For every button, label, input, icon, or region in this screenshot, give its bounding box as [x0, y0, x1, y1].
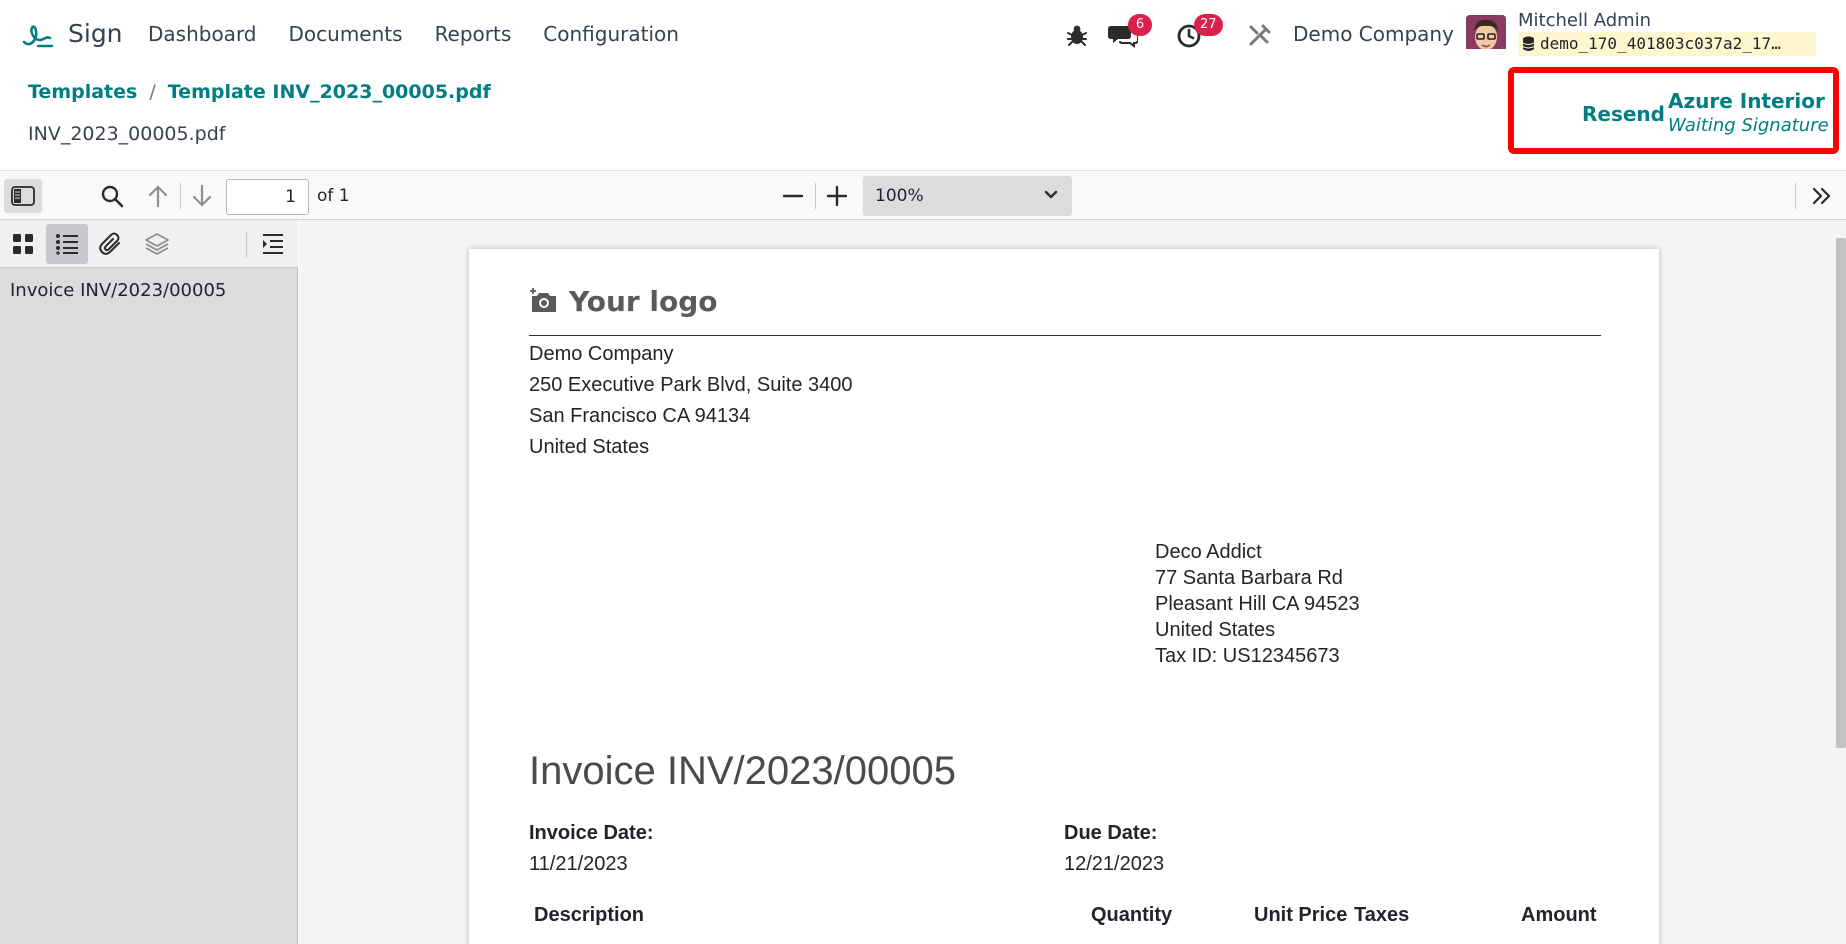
layers-view-button[interactable]	[136, 224, 178, 264]
pdf-toolbar: of 1 100%	[0, 170, 1846, 220]
invoice-title: Invoice INV/2023/00005	[529, 749, 956, 793]
database-name: demo_170_401803c037a2_17…	[1540, 34, 1781, 53]
outline-item[interactable]: Invoice INV/2023/00005	[10, 280, 226, 301]
invoice-date-value: 11/21/2023	[529, 853, 628, 875]
viewer-scrollbar[interactable]	[1836, 238, 1846, 748]
messages-badge: 6	[1128, 14, 1152, 36]
sidebar-divider	[246, 232, 247, 258]
logo-text: Your logo	[569, 284, 718, 318]
thumbnail-view-button[interactable]	[2, 224, 44, 264]
breadcrumb-templates[interactable]: Templates	[28, 81, 137, 103]
zoom-select[interactable]: 100%	[863, 176, 1072, 216]
document-name: INV_2023_00005.pdf	[28, 123, 226, 145]
customer-address-line: Deco Addict	[1155, 541, 1262, 563]
minus-icon	[782, 194, 804, 198]
toggle-sidebar-button[interactable]	[4, 179, 42, 213]
paperclip-icon	[99, 232, 120, 255]
debug-tools-icon[interactable]	[1247, 22, 1273, 48]
sign-app-icon[interactable]	[20, 16, 56, 52]
company-address: Demo Company 250 Executive Park Blvd, Su…	[529, 339, 853, 463]
plus-icon	[826, 185, 848, 207]
menu-configuration[interactable]: Configuration	[543, 22, 679, 46]
due-date-label: Due Date:	[1064, 822, 1158, 844]
database-tag: demo_170_401803c037a2_17…	[1518, 32, 1816, 56]
toolbar-divider	[815, 183, 816, 209]
app-name[interactable]: Sign	[68, 19, 123, 48]
camera-plus-icon	[530, 288, 556, 312]
search-icon	[101, 185, 124, 208]
pdf-viewer[interactable]: Your logo Demo Company 250 Executive Par…	[299, 220, 1846, 944]
user-name[interactable]: Mitchell Admin	[1518, 10, 1651, 31]
menu-documents[interactable]: Documents	[289, 22, 403, 46]
column-description: Description	[534, 904, 645, 926]
arrow-up-icon	[148, 185, 168, 208]
column-amount: Amount	[1521, 904, 1597, 926]
sidebar-toolbar	[0, 220, 298, 268]
user-avatar[interactable]	[1466, 15, 1506, 55]
database-icon	[1522, 36, 1535, 51]
customer-address-line: United States	[1155, 619, 1276, 641]
company-switcher[interactable]: Demo Company	[1293, 22, 1454, 46]
chevron-down-icon	[1044, 190, 1058, 199]
attachments-view-button[interactable]	[90, 224, 132, 264]
list-icon	[56, 234, 78, 255]
customer-address-line: 77 Santa Barbara Rd	[1155, 567, 1343, 589]
bug-icon[interactable]	[1064, 22, 1090, 48]
menu-dashboard[interactable]: Dashboard	[148, 22, 257, 46]
zoom-out-button[interactable]	[775, 179, 811, 213]
double-chevron-right-icon	[1812, 187, 1831, 205]
column-quantity: Quantity	[1091, 904, 1173, 926]
due-date-value: 12/21/2023	[1064, 853, 1165, 875]
next-page-button[interactable]	[184, 179, 220, 213]
invoice-date-label: Invoice Date:	[529, 822, 654, 844]
page-number-input[interactable]	[226, 179, 309, 215]
toolbar-divider	[180, 183, 181, 209]
company-address-line: Demo Company	[529, 343, 674, 365]
customer-address-line: Pleasant Hill CA 94523	[1155, 593, 1360, 615]
customer-address: Deco Addict 77 Santa Barbara Rd Pleasant…	[1155, 539, 1360, 669]
breadcrumb: Templates / Template INV_2023_00005.pdf	[28, 81, 491, 103]
avatar-face-icon	[1466, 15, 1506, 55]
zoom-value: 100%	[875, 186, 924, 206]
company-logo: Your logo	[529, 273, 739, 329]
page-count: of 1	[317, 186, 350, 206]
previous-page-button[interactable]	[140, 179, 176, 213]
activities-badge: 27	[1194, 14, 1223, 36]
find-button[interactable]	[94, 179, 130, 213]
company-address-line: San Francisco CA 94134	[529, 405, 751, 427]
signer-status: Waiting Signature	[1668, 115, 1829, 136]
arrow-down-icon	[192, 184, 212, 207]
zoom-in-button[interactable]	[819, 179, 855, 213]
breadcrumb-template[interactable]: Template INV_2023_00005.pdf	[168, 81, 491, 103]
menu-reports[interactable]: Reports	[435, 22, 512, 46]
grid-icon	[13, 234, 33, 254]
pdf-sidebar: Invoice INV/2023/00005	[0, 220, 298, 944]
outline-collapse-icon	[263, 234, 283, 254]
top-navbar: Sign Dashboard Documents Reports Configu…	[0, 0, 1846, 68]
pdf-page: Your logo Demo Company 250 Executive Par…	[469, 249, 1659, 944]
sidebar-toggle-icon	[11, 186, 35, 206]
customer-tax-id: Tax ID: US12345673	[1155, 645, 1340, 667]
breadcrumb-separator: /	[149, 81, 156, 103]
resend-button[interactable]: Resend	[1582, 102, 1665, 126]
tools-menu-button[interactable]	[1804, 179, 1840, 213]
header-divider	[529, 335, 1601, 336]
column-taxes: Taxes	[1354, 904, 1410, 926]
signer-name: Azure Interior	[1668, 89, 1825, 113]
main-menu: Dashboard Documents Reports Configuratio…	[148, 22, 711, 46]
column-unit-price: Unit Price	[1254, 904, 1348, 926]
toolbar-divider	[1795, 183, 1796, 209]
company-address-line: United States	[529, 436, 650, 458]
company-address-line: 250 Executive Park Blvd, Suite 3400	[529, 374, 853, 396]
current-outline-button[interactable]	[252, 224, 294, 264]
layers-icon	[145, 233, 169, 255]
outline-view-button[interactable]	[46, 224, 88, 264]
